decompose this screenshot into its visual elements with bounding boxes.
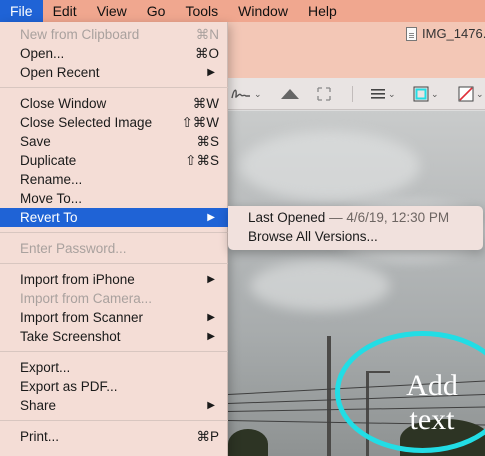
menu-item-revert-to[interactable]: Revert To ▶ xyxy=(0,208,228,227)
menu-item-label: Open... xyxy=(20,46,65,61)
menu-go[interactable]: Go xyxy=(137,0,176,22)
menu-item-label: Share xyxy=(20,398,57,413)
menu-help[interactable]: Help xyxy=(298,0,347,22)
shortcut-label: ⌘N xyxy=(195,27,219,42)
chevron-down-icon: ⌄ xyxy=(431,88,439,99)
submenu-arrow-icon: ▶ xyxy=(207,274,215,285)
submenu-arrow-icon: ▶ xyxy=(207,312,215,323)
signature-tool[interactable]: ⌄ xyxy=(230,84,262,104)
menu-item-rename[interactable]: Rename... xyxy=(0,170,228,189)
submenu-item-last-opened[interactable]: Last Opened — 4/6/19, 12:30 PM xyxy=(228,208,483,227)
menu-item-label: Export... xyxy=(20,360,71,375)
menu-separator xyxy=(0,87,228,88)
menu-edit[interactable]: Edit xyxy=(43,0,87,22)
sky-cloud xyxy=(240,131,420,201)
submenu-item-label: Browse All Versions... xyxy=(248,229,378,244)
submenu-arrow-icon: ▶ xyxy=(207,331,215,342)
fill-color-icon xyxy=(458,86,474,102)
menu-separator xyxy=(0,232,228,233)
menu-item-close-selected-image[interactable]: Close Selected Image ⇧⌘W xyxy=(0,113,228,132)
chevron-down-icon: ⌄ xyxy=(388,88,396,99)
menu-item-label: Print... xyxy=(20,429,60,444)
menu-item-move-to[interactable]: Move To... xyxy=(0,189,228,208)
chevron-down-icon: ⌄ xyxy=(476,88,484,99)
menu-item-label: Close Selected Image xyxy=(20,115,153,130)
toolbar-separator xyxy=(352,86,353,102)
menu-item-take-screenshot[interactable]: Take Screenshot ▶ xyxy=(0,327,228,346)
menu-item-label: Duplicate xyxy=(20,153,77,168)
border-color-icon xyxy=(413,86,429,102)
menu-item-label: Import from Camera... xyxy=(20,291,153,306)
menu-item-import-from-camera[interactable]: Import from Camera... xyxy=(0,289,228,308)
shortcut-label: ⌘P xyxy=(196,429,219,444)
menu-item-label: New from Clipboard xyxy=(20,27,140,42)
shortcut-label: ⌘W xyxy=(192,96,219,111)
menu-bar: File Edit View Go Tools Window Help xyxy=(0,0,485,22)
crop-icon xyxy=(317,87,331,101)
menu-item-label: Revert To xyxy=(20,210,78,225)
adjust-color-icon xyxy=(281,89,299,99)
menu-item-label: Rename... xyxy=(20,172,83,187)
menu-view[interactable]: View xyxy=(87,0,137,22)
shortcut-label: ⇧⌘S xyxy=(185,153,219,168)
window-title-text: IMG_1476. xyxy=(422,26,485,41)
menu-tools[interactable]: Tools xyxy=(175,0,228,22)
adjust-color-tool[interactable] xyxy=(280,84,300,104)
shape-style-tool[interactable]: ⌄ xyxy=(370,84,396,104)
crop-tool[interactable] xyxy=(316,84,332,104)
annotation-text-line: text xyxy=(409,403,455,436)
menu-item-save[interactable]: Save ⌘S xyxy=(0,132,228,151)
menu-item-label: Move To... xyxy=(20,191,83,206)
menu-item-label: Import from iPhone xyxy=(20,272,135,287)
menu-item-label: Save xyxy=(20,134,51,149)
menu-item-label: Export as PDF... xyxy=(20,379,118,394)
menu-item-new-from-clipboard[interactable]: New from Clipboard ⌘N xyxy=(0,25,228,44)
menu-separator xyxy=(0,420,228,421)
menu-item-open[interactable]: Open... ⌘O xyxy=(0,44,228,63)
window-title: IMG_1476. xyxy=(406,26,485,41)
menu-item-import-from-scanner[interactable]: Import from Scanner ▶ xyxy=(0,308,228,327)
border-color-tool[interactable]: ⌄ xyxy=(413,84,439,104)
menu-separator xyxy=(0,263,228,264)
fill-color-tool[interactable]: ⌄ xyxy=(458,84,484,104)
revert-to-submenu: Last Opened — 4/6/19, 12:30 PM Browse Al… xyxy=(228,206,483,250)
menu-item-duplicate[interactable]: Duplicate ⇧⌘S xyxy=(0,151,228,170)
document-icon xyxy=(406,26,417,41)
tree xyxy=(228,429,268,456)
annotation-text[interactable]: Add text xyxy=(392,369,472,437)
shortcut-label: ⌘O xyxy=(194,46,219,61)
signature-icon xyxy=(231,89,250,99)
menu-file[interactable]: File xyxy=(0,0,43,22)
menu-item-label: Close Window xyxy=(20,96,107,111)
shortcut-label: ⌘S xyxy=(196,134,219,149)
menu-window[interactable]: Window xyxy=(228,0,298,22)
menu-item-open-recent[interactable]: Open Recent ▶ xyxy=(0,63,228,82)
submenu-item-label: Last Opened xyxy=(248,210,326,225)
menu-item-enter-password[interactable]: Enter Password... xyxy=(0,239,228,258)
menu-item-share[interactable]: Share ▶ xyxy=(0,396,228,415)
sky-cloud xyxy=(250,261,390,311)
last-opened-timestamp: — 4/6/19, 12:30 PM xyxy=(329,210,450,225)
shortcut-label: ⇧⌘W xyxy=(181,115,219,130)
submenu-item-browse-all-versions[interactable]: Browse All Versions... xyxy=(228,227,483,246)
shape-style-icon xyxy=(371,89,385,99)
menu-item-label: Take Screenshot xyxy=(20,329,121,344)
menu-item-export[interactable]: Export... xyxy=(0,358,228,377)
annotation-text-line: Add xyxy=(406,369,458,402)
menu-item-import-from-iphone[interactable]: Import from iPhone ▶ xyxy=(0,270,228,289)
menu-item-label: Enter Password... xyxy=(20,241,127,256)
menu-item-close-window[interactable]: Close Window ⌘W xyxy=(0,94,228,113)
menu-separator xyxy=(0,351,228,352)
submenu-arrow-icon: ▶ xyxy=(207,400,215,411)
submenu-arrow-icon: ▶ xyxy=(207,212,215,223)
submenu-arrow-icon: ▶ xyxy=(207,67,215,78)
menu-item-label: Import from Scanner xyxy=(20,310,144,325)
file-menu: New from Clipboard ⌘N Open... ⌘O Open Re… xyxy=(0,22,228,456)
utility-pole xyxy=(327,336,331,456)
menu-item-export-as-pdf[interactable]: Export as PDF... xyxy=(0,377,228,396)
chevron-down-icon: ⌄ xyxy=(254,88,262,99)
menu-item-label: Open Recent xyxy=(20,65,100,80)
menu-item-print[interactable]: Print... ⌘P xyxy=(0,427,228,446)
